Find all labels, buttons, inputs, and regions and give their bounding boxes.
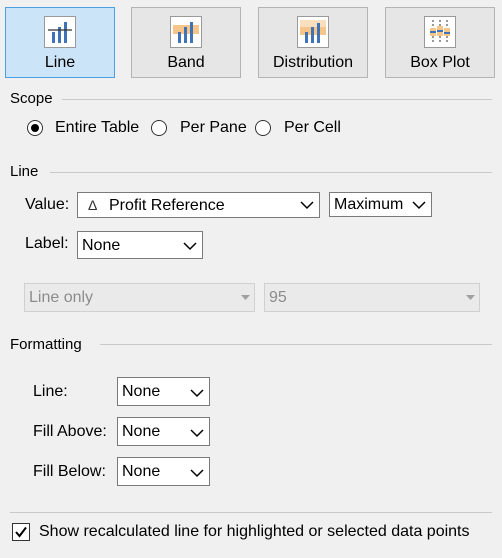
scope-divider: [62, 99, 492, 100]
tab-line[interactable]: Line: [5, 7, 115, 78]
chevron-down-icon: [190, 389, 204, 398]
fill-above-select[interactable]: None: [117, 417, 210, 446]
label-select-text: None: [82, 237, 121, 254]
recalc-checkbox[interactable]: [12, 523, 30, 541]
chevron-down-icon: [190, 469, 204, 478]
label-select[interactable]: None: [77, 231, 203, 259]
line-divider: [50, 172, 492, 173]
radio-per-pane-label[interactable]: Per Pane: [180, 119, 247, 137]
tab-line-label: Line: [44, 54, 76, 71]
chevron-down-icon: [183, 242, 197, 251]
radio-entire-table-label[interactable]: Entire Table: [55, 119, 139, 137]
aggregation-select[interactable]: Maximum: [329, 192, 432, 217]
fill-above-label: Fill Above:: [33, 423, 107, 440]
fill-below-label: Fill Below:: [33, 463, 106, 480]
line-section-title: Line: [10, 163, 47, 180]
radio-per-pane[interactable]: [151, 120, 167, 136]
value-label: Value:: [25, 196, 70, 213]
fill-above-text: None: [122, 423, 161, 440]
formatting-divider: [100, 344, 492, 345]
formatting-title: Formatting: [10, 336, 90, 353]
chevron-down-icon: [412, 201, 426, 210]
line-chart-icon: [44, 16, 76, 48]
tab-box-plot-label: Box Plot: [410, 54, 470, 71]
scope-title: Scope: [10, 90, 61, 107]
triangle-down-icon: [241, 295, 250, 300]
tab-box-plot[interactable]: Box Plot: [385, 7, 495, 78]
fill-below-text: None: [122, 463, 161, 480]
checkmark-icon: [15, 526, 27, 538]
value-field-select[interactable]: Δ Profit Reference: [77, 192, 320, 218]
line-type-text: Line only: [29, 289, 94, 306]
line-type-select: Line only: [24, 283, 255, 312]
radio-per-cell-label[interactable]: Per Cell: [284, 119, 341, 137]
recalc-checkbox-label[interactable]: Show recalculated line for highlighted o…: [39, 523, 470, 541]
label-label: Label:: [25, 235, 69, 252]
delta-icon: Δ: [88, 197, 98, 213]
bottom-divider: [10, 512, 492, 513]
format-line-text: None: [122, 383, 161, 400]
band-chart-icon: [170, 16, 202, 48]
aggregation-text: Maximum: [334, 196, 404, 213]
percentile-select: 95: [264, 283, 480, 312]
box-plot-icon: [424, 16, 456, 48]
tab-band-label: Band: [167, 54, 205, 71]
radio-entire-table[interactable]: [27, 120, 43, 136]
value-field-text: Profit Reference: [109, 197, 225, 214]
tab-distribution-label: Distribution: [272, 54, 354, 71]
format-line-select[interactable]: None: [117, 377, 210, 406]
tab-distribution[interactable]: Distribution: [258, 7, 368, 78]
distribution-chart-icon: [297, 16, 329, 48]
chevron-down-icon: [300, 201, 314, 210]
fill-below-select[interactable]: None: [117, 457, 210, 486]
triangle-down-icon: [466, 295, 475, 300]
radio-per-cell[interactable]: [255, 120, 271, 136]
format-line-label: Line:: [33, 383, 68, 400]
chevron-down-icon: [190, 429, 204, 438]
tab-band[interactable]: Band: [131, 7, 241, 78]
percentile-text: 95: [269, 289, 287, 306]
